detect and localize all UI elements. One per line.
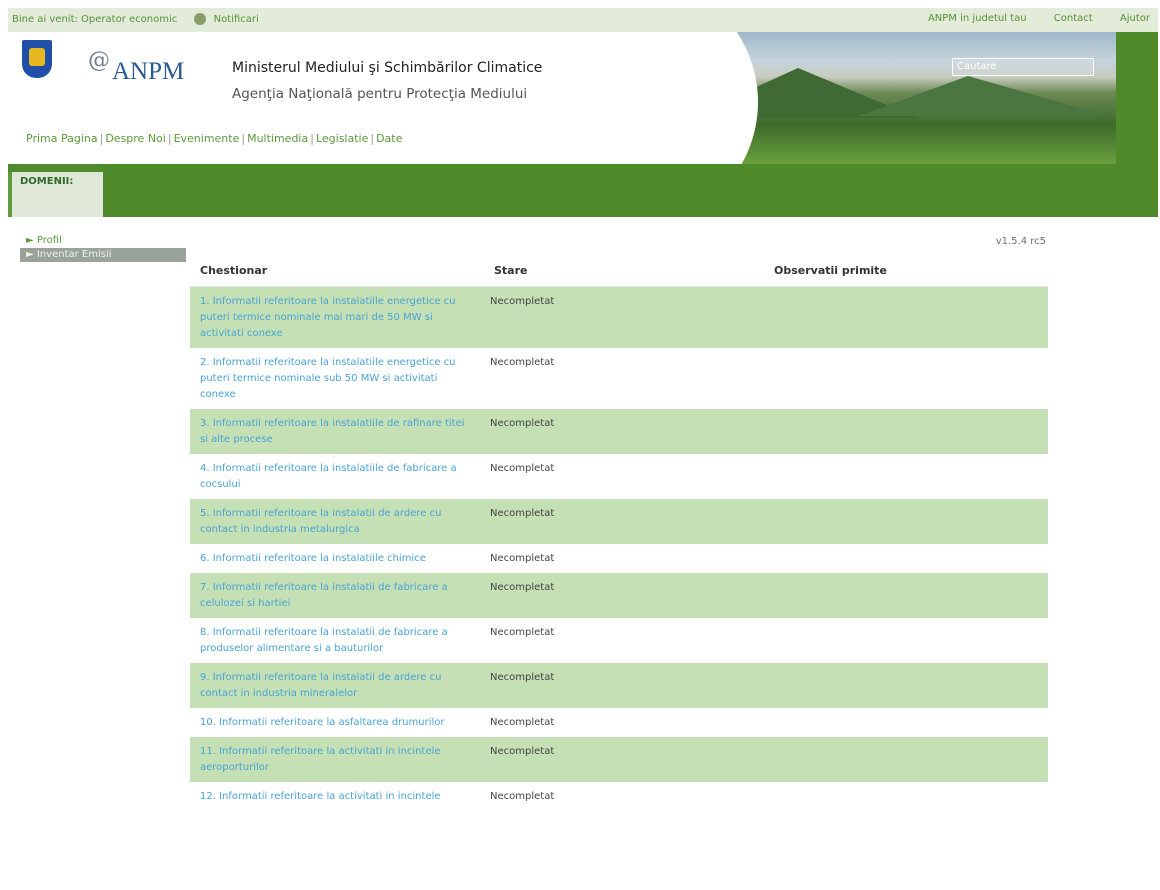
questionnaire-link[interactable]: 12. Informatii referitoare la activitati… (190, 782, 484, 811)
nav-separator: | (310, 132, 314, 145)
notification-icon[interactable] (194, 13, 207, 25)
observations-cell (764, 454, 1048, 499)
observations-cell (764, 573, 1048, 618)
table-row: 6. Informatii referitoare la instalatiil… (190, 544, 1048, 573)
observations-cell (764, 737, 1048, 782)
table-header-row: Chestionar Stare Observatii primite (190, 254, 1048, 287)
status-cell: Necompletat (490, 717, 555, 728)
domenii-tab[interactable]: DOMENII: (8, 172, 103, 217)
welcome-text: Bine ai venit: Operator economic (12, 14, 178, 25)
header-green-edge (1116, 32, 1158, 164)
status-cell: Necompletat (484, 573, 764, 618)
column-header-chestionar: Chestionar (190, 254, 484, 287)
nav-prima-pagina[interactable]: Prima Pagina (26, 132, 98, 145)
status-cell: Necompletat (490, 627, 555, 638)
table-row: 8. Informatii referitoare la instalatii … (190, 618, 1048, 663)
mountain-shape (858, 76, 1108, 116)
sidebar-item-profil[interactable]: ► Profil (20, 234, 186, 248)
status-cell: Necompletat (490, 553, 555, 564)
questionnaire-link[interactable]: 2. Informatii referitoare la instalatiil… (190, 348, 484, 409)
questionnaire-link[interactable]: 8. Informatii referitoare la instalatii … (190, 618, 484, 663)
table-row: 5. Informatii referitoare la instalatii … (190, 499, 1048, 544)
nav-separator: | (167, 132, 172, 145)
anpm-logo-icon: @ (88, 48, 110, 73)
version-label: v1.5.4 rc5 (995, 236, 1046, 247)
table-row: 2. Informatii referitoare la instalatiil… (190, 348, 1048, 409)
domain-band (8, 164, 1158, 217)
search-input[interactable]: Cautare (952, 58, 1094, 76)
contact-link[interactable]: Contact (1054, 13, 1093, 24)
anpm-logo-text[interactable]: ANPM (112, 58, 184, 86)
status-cell: Necompletat (484, 737, 764, 782)
notifications-link[interactable]: Notificari (214, 14, 259, 25)
observations-cell (764, 348, 1048, 409)
header-curve (628, 32, 758, 164)
questionnaire-link[interactable]: 11. Informatii referitoare la activitati… (190, 737, 484, 782)
table-row: 7. Informatii referitoare la instalatii … (190, 573, 1048, 618)
questionnaire-link[interactable]: 4. Informatii referitoare la instalatiil… (190, 454, 484, 499)
site-header: @ ANPM Ministerul Mediului şi Schimbăril… (8, 32, 1158, 164)
status-cell: Necompletat (490, 357, 555, 368)
table-row: 1. Informatii referitoare la instalatiil… (190, 286, 1048, 348)
anpm-judet-link[interactable]: ANPM in judetul tau (928, 13, 1027, 24)
status-cell: Necompletat (484, 499, 764, 544)
nav-date[interactable]: Date (376, 132, 402, 145)
nav-legislatie[interactable]: Legislatie (316, 132, 368, 145)
nav-multimedia[interactable]: Multimedia (247, 132, 308, 145)
status-cell: Necompletat (484, 409, 764, 454)
observations-cell (764, 782, 1048, 811)
questionnaire-link[interactable]: 7. Informatii referitoare la instalatii … (190, 573, 484, 618)
questionnaire-link[interactable]: 3. Informatii referitoare la instalatiil… (190, 409, 484, 454)
observations-cell (764, 499, 1048, 544)
nav-separator: | (241, 132, 246, 145)
coat-of-arms-icon (22, 40, 52, 78)
table-row: 12. Informatii referitoare la activitati… (190, 782, 1048, 811)
questionnaire-table: Chestionar Stare Observatii primite 1. I… (190, 254, 1048, 811)
top-bar: Bine ai venit: Operator economic Notific… (8, 8, 1158, 33)
nav-separator: | (370, 132, 375, 145)
help-link[interactable]: Ajutor (1120, 13, 1150, 24)
table-row: 3. Informatii referitoare la instalatiil… (190, 409, 1048, 454)
observations-cell (764, 618, 1048, 663)
table-row: 10. Informatii referitoare la asfaltarea… (190, 708, 1048, 737)
questionnaire-link[interactable]: 10. Informatii referitoare la asfaltarea… (190, 708, 484, 737)
main-nav: Prima Pagina | Despre Noi | Evenimente | Multi… (26, 132, 402, 145)
nav-separator: | (99, 132, 104, 145)
questionnaire-link[interactable]: 9. Informatii referitoare la instalatii … (190, 663, 484, 708)
observations-cell (764, 708, 1048, 737)
sidebar-item-inventar-emisii[interactable]: ► Inventar Emisii (20, 248, 186, 262)
agency-title: Agenţia Naţională pentru Protecţia Mediu… (232, 86, 528, 102)
status-cell: Necompletat (484, 663, 764, 708)
questionnaire-link[interactable]: 6. Informatii referitoare la instalatiil… (190, 544, 484, 573)
questionnaire-link[interactable]: 5. Informatii referitoare la instalatii … (190, 499, 484, 544)
observations-cell (764, 544, 1048, 573)
status-cell: Necompletat (490, 791, 555, 802)
table-row: 11. Informatii referitoare la activitati… (190, 737, 1048, 782)
observations-cell (764, 663, 1048, 708)
column-header-stare: Stare (484, 254, 764, 287)
sidebar: ► Profil ► Inventar Emisii (20, 234, 186, 262)
ministry-title: Ministerul Mediului şi Schimbărilor Clim… (232, 60, 543, 76)
header-landscape-image (628, 32, 1116, 164)
observations-cell (764, 409, 1048, 454)
status-cell: Necompletat (484, 286, 764, 348)
questionnaire-link[interactable]: 1. Informatii referitoare la instalatiil… (190, 286, 484, 348)
status-cell: Necompletat (490, 463, 555, 474)
observations-cell (764, 286, 1048, 348)
nav-evenimente[interactable]: Evenimente (174, 132, 240, 145)
nav-despre-noi[interactable]: Despre Noi (105, 132, 166, 145)
column-header-observatii: Observatii primite (764, 254, 1048, 287)
table-row: 4. Informatii referitoare la instalatiil… (190, 454, 1048, 499)
table-row: 9. Informatii referitoare la instalatii … (190, 663, 1048, 708)
